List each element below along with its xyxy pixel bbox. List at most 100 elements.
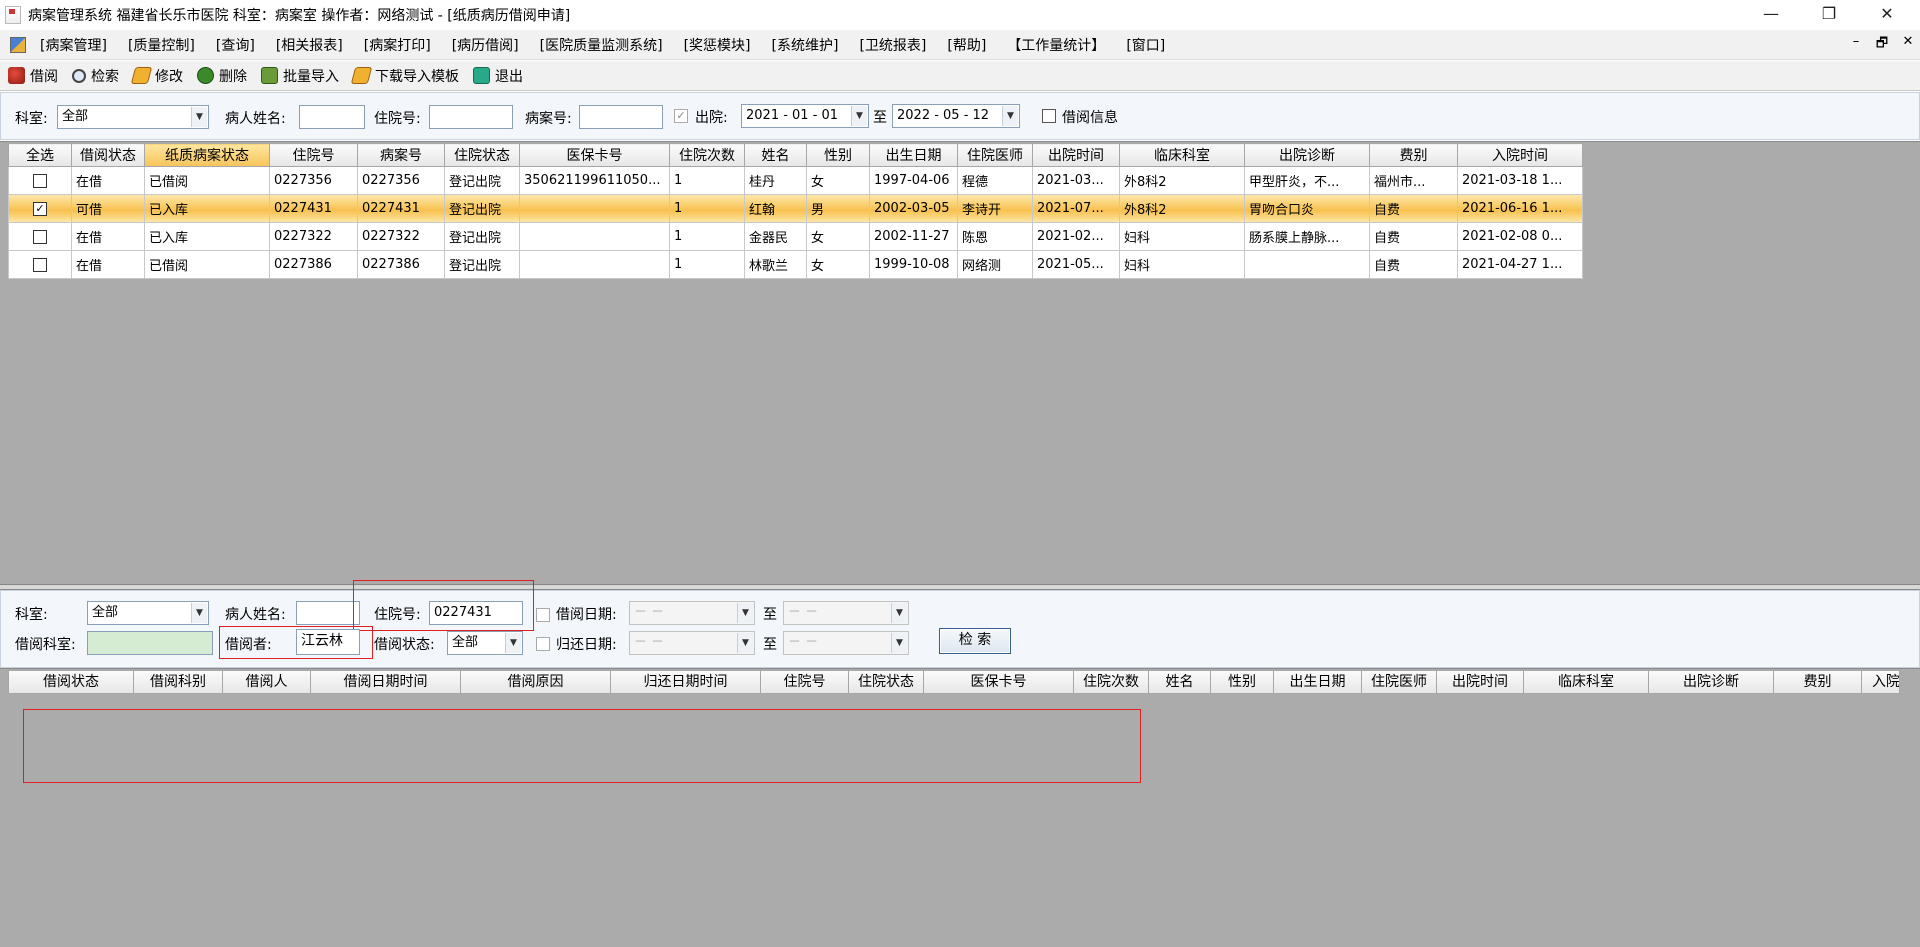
- col-borrow-reason[interactable]: 借阅原因: [461, 670, 611, 694]
- batch-import-button[interactable]: 批量导入: [261, 66, 339, 86]
- col-discharge-diagnosis-2[interactable]: 出院诊断: [1649, 670, 1774, 694]
- mdi-window-icon[interactable]: [10, 36, 26, 53]
- table-row-selected[interactable]: ✓ 可借 已入库 0227431 0227431 登记出院 1 红翰 男 200…: [8, 194, 1583, 223]
- edit-button[interactable]: 修改: [130, 66, 183, 86]
- menu-case-print[interactable]: [病案打印]: [364, 35, 431, 55]
- row-checkbox[interactable]: [33, 173, 47, 188]
- restore-button[interactable]: ❐: [1806, 0, 1852, 30]
- col-discharge-time-2[interactable]: 出院时间: [1437, 670, 1524, 694]
- calendar-dropdown-icon[interactable]: ▼: [737, 603, 753, 623]
- search-borrow-button[interactable]: 检 索: [939, 628, 1011, 654]
- col-insurance-card[interactable]: 医保卡号: [519, 143, 670, 167]
- return-date-checkbox[interactable]: [536, 637, 550, 651]
- calendar-dropdown-icon[interactable]: ▼: [891, 633, 907, 653]
- menu-reports[interactable]: [相关报表]: [276, 35, 343, 55]
- col-clinical-dept-2[interactable]: 临床科室: [1524, 670, 1649, 694]
- dept-select-2[interactable]: 全部 ▼: [87, 601, 209, 625]
- col-birth-date[interactable]: 出生日期: [869, 143, 958, 167]
- col-borrow-status[interactable]: 借阅状态: [71, 143, 145, 167]
- return-date-from[interactable]: － － ▼: [629, 631, 755, 655]
- borrow-dept-input[interactable]: [87, 631, 213, 655]
- row-select-cell[interactable]: [8, 250, 72, 279]
- borrow-date-checkbox[interactable]: [536, 608, 550, 622]
- calendar-dropdown-icon[interactable]: ▼: [891, 603, 907, 623]
- col-doctor[interactable]: 住院医师: [957, 143, 1033, 167]
- col-inpatient-status[interactable]: 住院状态: [444, 143, 520, 167]
- chevron-down-icon[interactable]: ▼: [191, 107, 207, 127]
- col-name-2[interactable]: 姓名: [1149, 670, 1211, 694]
- patient-name-input[interactable]: [299, 105, 365, 129]
- menu-record-borrow[interactable]: [病历借阅]: [452, 35, 519, 55]
- minimize-button[interactable]: —: [1748, 0, 1794, 30]
- borrow-button[interactable]: 借阅: [8, 66, 58, 86]
- dept-select[interactable]: 全部 ▼: [57, 105, 209, 129]
- menu-system-maintenance[interactable]: [系统维护]: [772, 35, 839, 55]
- col-return-datetime[interactable]: 归还日期时间: [611, 670, 761, 694]
- col-name[interactable]: 姓名: [744, 143, 807, 167]
- col-admit-time[interactable]: 入院时间: [1457, 143, 1583, 167]
- exit-button[interactable]: 退出: [473, 66, 523, 86]
- col-borrow-status-2[interactable]: 借阅状态: [8, 670, 134, 694]
- col-admission-no-2[interactable]: 住院号: [761, 670, 849, 694]
- menu-quality-control[interactable]: [质量控制]: [128, 35, 195, 55]
- col-gender[interactable]: 性别: [806, 143, 870, 167]
- col-fee-type[interactable]: 费别: [1369, 143, 1458, 167]
- col-admission-count-2[interactable]: 住院次数: [1074, 670, 1149, 694]
- calendar-dropdown-icon[interactable]: ▼: [737, 633, 753, 653]
- col-borrower[interactable]: 借阅人: [223, 670, 311, 694]
- table-row[interactable]: 在借 已入库 0227322 0227322 登记出院 1 金器民 女 2002…: [8, 222, 1583, 251]
- col-admission-count[interactable]: 住院次数: [669, 143, 745, 167]
- col-discharge-time[interactable]: 出院时间: [1032, 143, 1120, 167]
- col-gender-2[interactable]: 性别: [1211, 670, 1274, 694]
- borrow-status-select[interactable]: 全部 ▼: [447, 631, 523, 655]
- col-discharge-diagnosis[interactable]: 出院诊断: [1244, 143, 1370, 167]
- col-case-no[interactable]: 病案号: [357, 143, 445, 167]
- search-button[interactable]: 检索: [72, 66, 119, 86]
- menu-quality-monitor[interactable]: [医院质量监测系统]: [540, 35, 663, 55]
- mdi-close-button[interactable]: ✕: [1898, 34, 1918, 49]
- row-select-cell[interactable]: [8, 222, 72, 251]
- chevron-down-icon[interactable]: ▼: [505, 633, 521, 653]
- menu-case-management[interactable]: [病案管理]: [40, 35, 107, 55]
- row-checkbox[interactable]: [33, 229, 47, 244]
- col-admission-no[interactable]: 住院号: [269, 143, 358, 167]
- menu-help[interactable]: [帮助]: [947, 35, 986, 55]
- borrow-info-checkbox[interactable]: [1042, 109, 1056, 123]
- calendar-dropdown-icon[interactable]: ▼: [1002, 106, 1018, 126]
- col-clinical-dept[interactable]: 临床科室: [1119, 143, 1245, 167]
- menu-rewards[interactable]: [奖惩模块]: [684, 35, 751, 55]
- menu-window[interactable]: [窗口]: [1126, 35, 1165, 55]
- col-doctor-2[interactable]: 住院医师: [1362, 670, 1437, 694]
- mdi-restore-button[interactable]: 🗗: [1872, 34, 1892, 56]
- col-insurance-card-2[interactable]: 医保卡号: [924, 670, 1074, 694]
- col-borrow-dept[interactable]: 借阅科别: [134, 670, 223, 694]
- delete-button[interactable]: 删除: [197, 66, 247, 86]
- case-no-input[interactable]: [579, 105, 663, 129]
- calendar-dropdown-icon[interactable]: ▼: [851, 106, 867, 126]
- table-row[interactable]: 在借 已借阅 0227356 0227356 登记出院 350621199611…: [8, 166, 1583, 195]
- patient-name-input-2[interactable]: [296, 601, 360, 625]
- col-fee-type-2[interactable]: 费别: [1774, 670, 1862, 694]
- col-paper-status[interactable]: 纸质病案状态: [144, 143, 270, 167]
- discharge-date-to[interactable]: 2022 - 05 - 12 ▼: [892, 104, 1020, 128]
- col-select-all[interactable]: 全选: [8, 143, 72, 167]
- col-admit-time-2[interactable]: 入院: [1862, 670, 1900, 694]
- row-checkbox[interactable]: [33, 257, 47, 272]
- discharge-checkbox[interactable]: ✓: [674, 109, 688, 123]
- col-borrow-datetime[interactable]: 借阅日期时间: [311, 670, 461, 694]
- admission-no-input[interactable]: [429, 105, 513, 129]
- borrow-date-from[interactable]: － － ▼: [629, 601, 755, 625]
- mdi-minimize-button[interactable]: –: [1846, 34, 1866, 49]
- discharge-date-from[interactable]: 2021 - 01 - 01 ▼: [741, 104, 869, 128]
- close-button[interactable]: ✕: [1864, 0, 1910, 30]
- menu-health-stats[interactable]: [卫统报表]: [859, 35, 926, 55]
- row-checkbox[interactable]: ✓: [33, 201, 47, 216]
- table-row[interactable]: 在借 已借阅 0227386 0227386 登记出院 1 林歌兰 女 1999…: [8, 250, 1583, 279]
- menu-query[interactable]: [查询]: [216, 35, 255, 55]
- row-select-cell[interactable]: ✓: [8, 194, 72, 223]
- chevron-down-icon[interactable]: ▼: [191, 603, 207, 623]
- return-date-to[interactable]: － － ▼: [783, 631, 909, 655]
- menu-workload-stats[interactable]: 【工作量统计】: [1007, 35, 1105, 55]
- download-template-button[interactable]: 下载导入模板: [350, 66, 459, 86]
- borrow-date-to[interactable]: － － ▼: [783, 601, 909, 625]
